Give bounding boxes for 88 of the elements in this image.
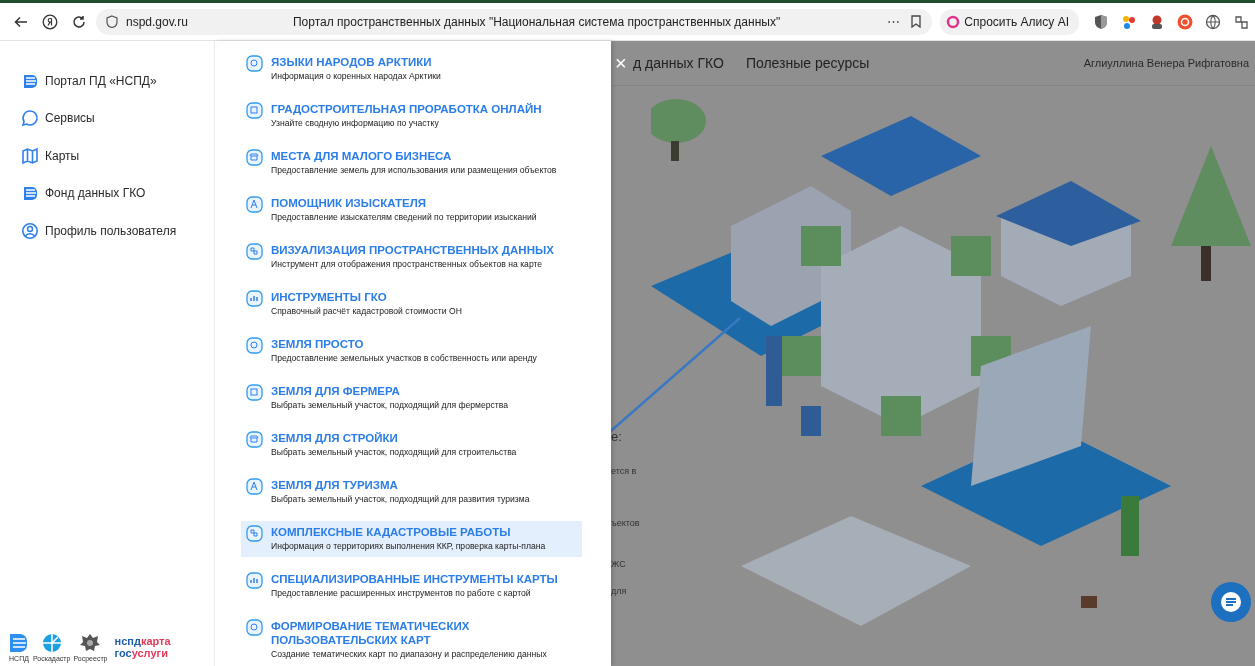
tile-icon bbox=[246, 290, 263, 307]
sidebar-item[interactable]: Фонд данных ГКО bbox=[0, 174, 214, 212]
user-icon bbox=[21, 221, 39, 240]
sidebar-item[interactable]: Карты bbox=[0, 137, 214, 175]
service-description: Выбрать земельный участок, подходящий для строительства bbox=[271, 447, 517, 457]
chat-button[interactable] bbox=[1211, 582, 1251, 622]
sidebar-item[interactable]: Портал ПД «НСПД» bbox=[0, 62, 214, 100]
service-menu-item[interactable]: ЗЕМЛЯ ДЛЯ ФЕРМЕРА Выбрать земельный участок, подходящий для фермерства bbox=[241, 380, 582, 416]
service-description: Узнайте сводную информацию по участку bbox=[271, 118, 440, 128]
tile-icon bbox=[246, 55, 263, 72]
service-description: Предоставление земельных участков в собственность или аренду bbox=[271, 353, 537, 363]
back-icon[interactable] bbox=[14, 14, 28, 29]
circle-extension-icon[interactable] bbox=[1177, 13, 1193, 30]
sidebar-item[interactable]: Профиль пользователя bbox=[0, 212, 214, 250]
service-title: ЗЕМЛЯ ДЛЯ ТУРИЗМА bbox=[271, 478, 399, 492]
service-menu-item[interactable]: ГРАДОСТРОИТЕЛЬНАЯ ПРОРАБОТКА ОНЛАЙН Узнайте сводную информацию по участку bbox=[241, 98, 582, 134]
service-title: ЗЕМЛЯ ДЛЯ ФЕРМЕРА bbox=[271, 384, 401, 398]
service-menu-item[interactable]: ЗЕМЛЯ ДЛЯ ТУРИЗМА Выбрать земельный участок, подходящий для развития туризма bbox=[241, 474, 582, 510]
service-menu-item[interactable]: ЗЕМЛЯ ДЛЯ СТРОЙКИ Выбрать земельный участок, подходящий для строительства bbox=[241, 427, 582, 463]
tile-icon bbox=[246, 478, 263, 495]
service-menu-item[interactable]: ЗЕМЛЯ ПРОСТО Предоставление земельных участков в собственность или аренду bbox=[241, 333, 582, 369]
service-title: ВИЗУАЛИЗАЦИЯ ПРОСТРАНСТВЕННЫХ ДАННЫХ bbox=[271, 243, 554, 257]
service-title: КОМПЛЕКСНЫЕ КАДАСТРОВЫЕ РАБОТЫ bbox=[271, 525, 512, 539]
reload-icon[interactable] bbox=[72, 14, 86, 29]
tile-icon bbox=[246, 102, 263, 119]
service-description: Справочный расчёт кадастровой стоимости ОН bbox=[271, 306, 462, 316]
service-title: ГРАДОСТРОИТЕЛЬНАЯ ПРОРАБОТКА ОНЛАЙН bbox=[271, 102, 542, 116]
service-title: СПЕЦИАЛИЗИРОВАННЫЕ ИНСТРУМЕНТЫ КАРТЫ bbox=[271, 572, 558, 586]
service-title: МЕСТА ДЛЯ МАЛОГО БИЗНЕСА bbox=[271, 149, 453, 163]
service-title: ИНСТРУМЕНТЫ ГКО bbox=[271, 290, 388, 304]
user-name[interactable]: Аглиуллина Венера Рифгатовна bbox=[1083, 57, 1249, 69]
service-menu-item[interactable]: ПОМОЩНИК ИЗЫСКАТЕЛЯ Предоставление изыскателям сведений по территории изысканий bbox=[241, 192, 582, 228]
address-bar[interactable]: nspd.gov.ru Портал пространственных данных "Национальная система пространственных данных" ⋯ bbox=[96, 8, 933, 35]
figure-extension-icon[interactable] bbox=[1149, 13, 1165, 30]
service-description: Предоставление земель для использования или размещения объектов bbox=[271, 165, 557, 175]
service-description: Информация о коренных народах Арктики bbox=[271, 71, 441, 81]
tile-icon bbox=[246, 431, 263, 448]
service-description: Выбрать земельный участок, подходящий для развития туризма bbox=[271, 494, 530, 504]
bookmark-icon[interactable] bbox=[910, 15, 923, 28]
service-description: Информация о территориях выполнения ККР, проверка карты-плана bbox=[271, 541, 546, 551]
service-title: ЗЕМЛЯ ПРОСТО bbox=[271, 337, 365, 351]
service-menu-item[interactable]: ЯЗЫКИ НАРОДОВ АРКТИКИ Информация о коренных народах Арктики bbox=[241, 51, 582, 87]
tile-icon bbox=[246, 384, 263, 401]
service-title: ФОРМИРОВАНИЕ ТЕМАТИЧЕСКИХ ПОЛЬЗОВАТЕЛЬСКИХ КАРТ bbox=[271, 619, 471, 647]
service-menu-item[interactable]: ФОРМИРОВАНИЕ ТЕМАТИЧЕСКИХ ПОЛЬЗОВАТЕЛЬСКИХ КАРТ Создание тематических карт по диапазону и распределению данных bbox=[241, 615, 582, 663]
tile-icon bbox=[246, 243, 263, 260]
tile-icon bbox=[246, 149, 263, 166]
map-icon bbox=[21, 146, 39, 165]
service-description: Инструмент для отображения пространственных объектов на карте bbox=[271, 259, 544, 269]
nav-link[interactable]: д данных ГКО bbox=[633, 55, 724, 71]
brand-logo-text: нспдкарта bbox=[114, 635, 171, 647]
tile-icon bbox=[246, 619, 263, 636]
service-description: Предоставление расширенных инструментов по работе с картой bbox=[271, 588, 532, 598]
service-description: Предоставление изыскателям сведений по территории изысканий bbox=[271, 212, 537, 222]
alice-button[interactable]: Спросить Алису AI bbox=[940, 8, 1079, 35]
service-menu-item[interactable]: ВИЗУАЛИЗАЦИЯ ПРОСТРАНСТВЕННЫХ ДАННЫХ Инструмент для отображения пространственных объектов на карте bbox=[241, 239, 582, 275]
nav-link[interactable]: Полезные ресурсы bbox=[745, 55, 870, 71]
dots-extension-icon[interactable] bbox=[1121, 13, 1137, 30]
sidebar-item[interactable]: Сервисы bbox=[0, 99, 214, 137]
brand-logo-text: госуслуги bbox=[114, 647, 169, 659]
service-menu-item[interactable]: КОМПЛЕКСНЫЕ КАДАСТРОВЫЕ РАБОТЫ Информация о территориях выполнения ККР, проверка карты-плана bbox=[241, 521, 582, 557]
page-title: Портал пространственных данных "Национальная система пространственных данных" bbox=[291, 14, 782, 29]
service-title: ЗЕМЛЯ ДЛЯ СТРОЙКИ bbox=[271, 431, 399, 445]
service-description: Создание тематических карт по диапазону и распределению данных bbox=[271, 649, 548, 659]
shield-icon[interactable] bbox=[106, 15, 118, 28]
layers-logo-icon bbox=[8, 631, 30, 653]
partial-text: ъектов bbox=[611, 518, 641, 528]
globe-icon[interactable] bbox=[1205, 13, 1221, 30]
circle-logo-icon bbox=[40, 631, 63, 653]
service-title: ПОМОЩНИК ИЗЫСКАТЕЛЯ bbox=[271, 196, 428, 210]
chat-icon bbox=[1220, 591, 1242, 613]
chat-bubble-icon bbox=[21, 109, 39, 128]
tile-icon bbox=[246, 337, 263, 354]
service-menu-item[interactable]: МЕСТА ДЛЯ МАЛОГО БИЗНЕСА Предоставление земель для использования или размещения объектов bbox=[241, 145, 582, 181]
service-title: ЯЗЫКИ НАРОДОВ АРКТИКИ bbox=[271, 55, 433, 69]
service-menu-item[interactable]: ИНСТРУМЕНТЫ ГКО Справочный расчёт кадастровой стоимости ОН bbox=[241, 286, 582, 322]
ring-icon bbox=[946, 14, 961, 29]
tile-icon bbox=[246, 572, 263, 589]
layers-icon bbox=[21, 184, 39, 203]
partial-text: для bbox=[611, 586, 628, 596]
more-button[interactable]: ⋯ bbox=[885, 14, 903, 29]
partial-text: ЖС bbox=[611, 559, 627, 569]
url-text: nspd.gov.ru bbox=[126, 14, 188, 29]
tile-icon bbox=[246, 525, 263, 542]
service-menu-item[interactable]: СПЕЦИАЛИЗИРОВАННЫЕ ИНСТРУМЕНТЫ КАРТЫ Предоставление расширенных инструментов по работе с картой bbox=[241, 568, 582, 604]
service-description: Выбрать земельный участок, подходящий для фермерства bbox=[271, 400, 509, 410]
shield-extension-icon[interactable] bbox=[1093, 13, 1109, 30]
tile-icon bbox=[246, 196, 263, 213]
